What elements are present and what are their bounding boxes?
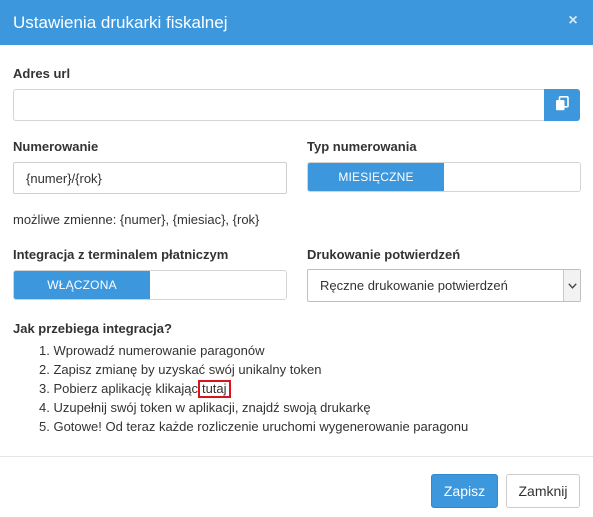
- numbering-type-toggle: MIESIĘCZNE: [307, 162, 581, 192]
- terminal-disabled-option[interactable]: [150, 271, 286, 299]
- footer-divider: [0, 456, 593, 457]
- printing-select-value: Ręczne drukowanie potwierdzeń: [320, 278, 508, 293]
- download-app-link[interactable]: tutaj: [197, 380, 231, 398]
- integration-step: 5. Gotowe! Od teraz każde rozliczenie ur…: [39, 419, 469, 434]
- numbering-input[interactable]: {numer}/{rok}: [13, 162, 287, 194]
- integration-step: 3. Pobierz aplikację klikając tutaj: [39, 379, 468, 398]
- printing-select[interactable]: Ręczne drukowanie potwierdzeń: [307, 269, 581, 302]
- integration-steps: 1. Wprowadź numerowanie paragonów 2. Zap…: [39, 341, 468, 436]
- numbering-type-monthly-option[interactable]: MIESIĘCZNE: [308, 163, 444, 191]
- integration-step-text: 3. Pobierz aplikację klikając: [39, 381, 198, 396]
- terminal-toggle: WŁĄCZONA: [13, 270, 287, 300]
- close-icon[interactable]: ×: [565, 13, 581, 29]
- numbering-type-other-option[interactable]: [444, 163, 580, 191]
- numbering-hint: możliwe zmienne: {numer}, {miesiac}, {ro…: [13, 212, 260, 227]
- integration-heading: Jak przebiega integracja?: [13, 321, 172, 336]
- integration-step: 4. Uzupełnij swój token w aplikacji, zna…: [39, 400, 371, 415]
- dialog-header: Ustawienia drukarki fiskalnej ×: [0, 0, 593, 45]
- printing-label: Drukowanie potwierdzeń: [307, 247, 461, 262]
- chevron-down-icon: [563, 270, 580, 301]
- integration-step: 2. Zapisz zmianę by uzyskać swój unikaln…: [39, 362, 322, 377]
- close-button[interactable]: Zamknij: [506, 474, 580, 508]
- terminal-label: Integracja z terminalem płatniczym: [13, 247, 229, 262]
- save-button[interactable]: Zapisz: [431, 474, 498, 508]
- printer-settings-dialog: Ustawienia drukarki fiskalnej × Adres ur…: [0, 0, 593, 517]
- numbering-label: Numerowanie: [13, 139, 99, 154]
- numbering-type-label: Typ numerowania: [307, 139, 417, 154]
- dialog-title: Ustawienia drukarki fiskalnej: [13, 12, 228, 32]
- copy-icon: [555, 96, 569, 114]
- copy-url-button[interactable]: [544, 89, 580, 121]
- url-input[interactable]: [13, 89, 545, 121]
- terminal-enabled-option[interactable]: WŁĄCZONA: [14, 271, 150, 299]
- url-label: Adres url: [13, 66, 71, 81]
- integration-step: 1. Wprowadź numerowanie paragonów: [39, 343, 265, 358]
